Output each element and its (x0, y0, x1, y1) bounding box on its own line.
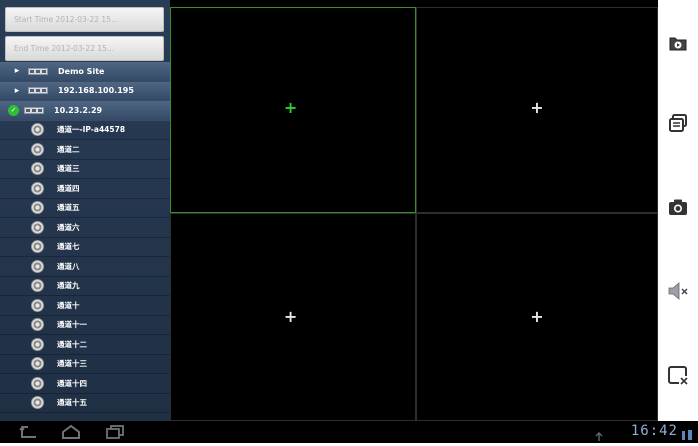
device-tree: ▸ Demo Site ▸ 192.168.100.195 ✓ 10.23.2.… (0, 62, 170, 413)
channel-label: 通道十 (57, 300, 80, 310)
camera-channel-icon (31, 396, 44, 410)
tree-site-demo-site[interactable]: ▸ Demo Site (0, 62, 170, 82)
channel-item[interactable]: 通道十三 (0, 355, 170, 374)
add-channel-plus-icon[interactable]: + (530, 99, 543, 116)
dvr-device-icon (28, 67, 48, 75)
camera-channel-icon (31, 259, 44, 273)
home-icon[interactable] (60, 424, 82, 440)
channel-item[interactable]: 通道五 (0, 199, 170, 218)
video-pane-1[interactable]: + (170, 7, 416, 213)
playback-icon[interactable] (666, 31, 690, 55)
channel-label: 通道四 (57, 183, 80, 193)
channel-item[interactable]: 通道十 (0, 296, 170, 316)
mute-icon[interactable] (666, 279, 690, 303)
add-channel-plus-icon[interactable]: + (284, 99, 297, 116)
channel-item[interactable]: 通道七 (0, 238, 170, 257)
close-window-icon[interactable] (666, 363, 690, 387)
system-status-bar: 16:42 (0, 421, 698, 443)
camera-channel-icon (31, 337, 44, 351)
video-pane-3[interactable]: + (170, 213, 416, 421)
camera-channel-icon (31, 220, 44, 234)
channel-item[interactable]: 通道十一 (0, 316, 170, 335)
camera-channel-icon (31, 142, 44, 156)
channel-label: 通道一-IP-a44578 (57, 125, 126, 135)
right-toolbar (658, 0, 698, 421)
site-label: 10.23.2.29 (54, 105, 103, 115)
channel-label: 通道十五 (57, 398, 87, 408)
tree-site-10-23-2-29[interactable]: ✓ 10.23.2.29 (0, 101, 170, 121)
camera-channel-icon (31, 201, 44, 215)
dvr-device-icon (24, 106, 44, 114)
channel-label: 通道十三 (57, 359, 87, 369)
camera-channel-icon (31, 240, 44, 254)
switch-view-icon[interactable] (666, 111, 690, 135)
channel-label: 通道八 (57, 261, 80, 271)
start-time-field[interactable]: Start Time 2012-03-22 15... (5, 7, 164, 32)
video-pane-2[interactable]: + (416, 7, 658, 213)
snapshot-camera-icon[interactable] (666, 195, 690, 219)
camera-channel-icon (31, 123, 44, 137)
collapse-check-icon[interactable]: ✓ (8, 104, 19, 116)
expand-arrow-icon[interactable]: ▸ (10, 86, 24, 96)
channel-label: 通道十四 (57, 378, 87, 388)
channel-item[interactable]: 通道六 (0, 218, 170, 238)
camera-channel-icon (31, 181, 44, 195)
recent-apps-icon[interactable] (104, 424, 126, 440)
video-grid: + + + + (170, 0, 658, 421)
add-channel-plus-icon[interactable]: + (530, 309, 543, 325)
channel-item[interactable]: 通道四 (0, 179, 170, 199)
camera-channel-icon (31, 357, 44, 371)
channel-item[interactable]: 通道十二 (0, 335, 170, 355)
channel-label: 通道二 (57, 144, 80, 154)
usb-notification-icon[interactable] (594, 427, 604, 446)
video-pane-4[interactable]: + (416, 213, 658, 421)
tree-site-192-168-100-195[interactable]: ▸ 192.168.100.195 (0, 81, 170, 101)
end-time-field[interactable]: End Time 2012-03-22 15... (5, 36, 164, 61)
channel-item[interactable]: 通道一-IP-a44578 (0, 121, 170, 140)
site-label: 192.168.100.195 (58, 86, 134, 96)
expand-arrow-icon[interactable]: ▸ (10, 66, 24, 76)
channel-item[interactable]: 通道八 (0, 257, 170, 277)
channel-label: 通道七 (57, 242, 80, 252)
channel-item[interactable]: 通道二 (0, 140, 170, 160)
camera-channel-icon (31, 298, 44, 312)
channel-item[interactable]: 通道十五 (0, 394, 170, 413)
device-tree-panel: Start Time 2012-03-22 15... End Time 201… (0, 0, 170, 421)
camera-channel-icon (31, 279, 44, 293)
site-label: Demo Site (58, 66, 105, 76)
camera-channel-icon (31, 376, 44, 390)
channel-label: 通道三 (57, 164, 80, 174)
channel-item[interactable]: 通道十四 (0, 374, 170, 394)
channel-item[interactable]: 通道九 (0, 277, 170, 296)
channel-label: 通道五 (57, 203, 80, 213)
channel-label: 通道六 (57, 222, 80, 232)
channel-item[interactable]: 通道三 (0, 160, 170, 179)
camera-channel-icon (31, 318, 44, 332)
camera-channel-icon (31, 162, 44, 176)
clock: 16:42 (630, 423, 678, 439)
channel-label: 通道九 (57, 281, 80, 291)
back-icon[interactable] (18, 424, 40, 440)
dvr-device-icon (28, 87, 48, 95)
battery-signal-icon (681, 426, 693, 445)
add-channel-plus-icon[interactable]: + (284, 309, 297, 325)
channel-label: 通道十一 (57, 320, 87, 330)
channel-label: 通道十二 (57, 339, 87, 349)
